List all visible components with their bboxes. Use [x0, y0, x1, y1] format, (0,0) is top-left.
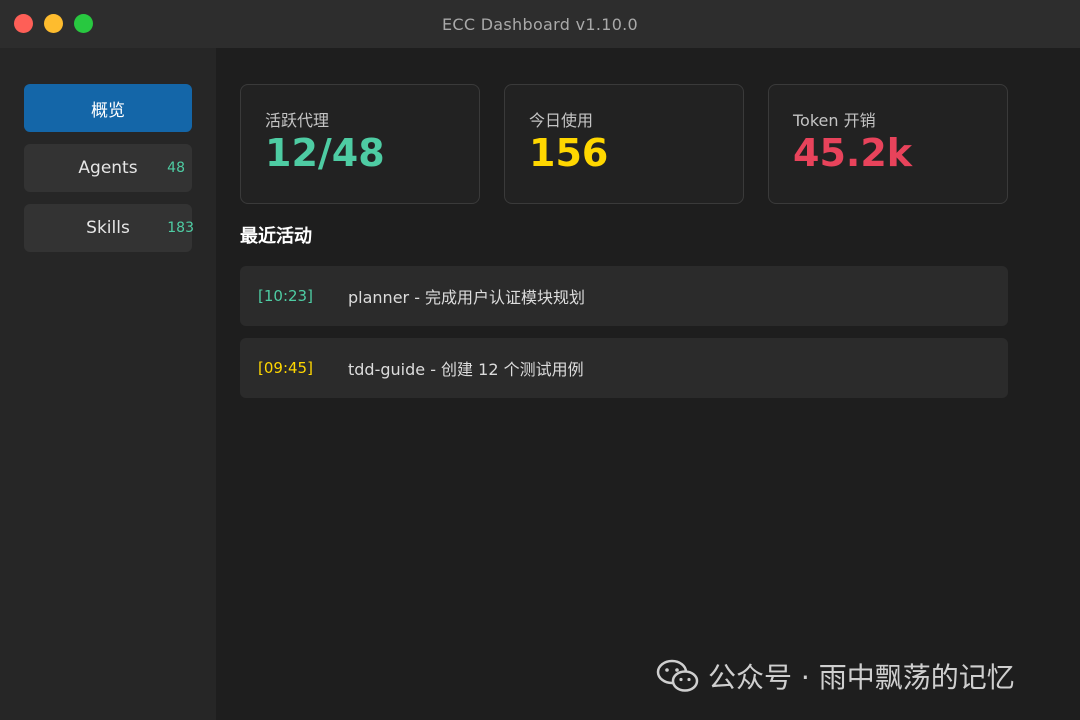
activity-text: planner - 完成用户认证模块规划 — [348, 288, 586, 307]
sidebar-item-count: 48 — [167, 160, 185, 176]
stat-card-token-cost: Token 开销 45.2k — [768, 84, 1008, 204]
activity-text: tdd-guide - 创建 12 个测试用例 — [348, 360, 584, 379]
sidebar-item-overview[interactable]: 概览 — [24, 84, 192, 132]
maximize-window-button[interactable] — [74, 14, 93, 33]
sidebar-item-skills[interactable]: Skills 183 — [24, 204, 194, 252]
sidebar: 概览 Agents 48 Skills 183 — [0, 48, 216, 720]
stat-label: 今日使用 — [529, 111, 594, 130]
activity-item[interactable]: [10:23] planner - 完成用户认证模块规划 — [240, 266, 1008, 326]
stat-label: Token 开销 — [793, 111, 876, 130]
app-window: ECC Dashboard v1.10.0 概览 Agents 48 Skill… — [0, 0, 1080, 720]
main-content: 活跃代理 12/48 今日使用 156 Token 开销 45.2k 最近活动 … — [240, 84, 1008, 410]
sidebar-item-label: Agents — [78, 158, 138, 178]
watermark: 公众号 · 雨中飘荡的记忆 — [656, 656, 1015, 696]
close-window-button[interactable] — [14, 14, 33, 33]
stat-value: 156 — [529, 131, 609, 175]
stat-value: 45.2k — [793, 131, 913, 175]
watermark-text: 公众号 · 雨中飘荡的记忆 — [708, 661, 1015, 694]
minimize-window-button[interactable] — [44, 14, 63, 33]
stat-card-today-usage: 今日使用 156 — [504, 84, 744, 204]
sidebar-item-label: Skills — [86, 218, 130, 238]
title-bar: ECC Dashboard v1.10.0 — [0, 0, 1080, 48]
activity-item[interactable]: [09:45] tdd-guide - 创建 12 个测试用例 — [240, 338, 1008, 398]
stat-value: 12/48 — [265, 131, 385, 175]
wechat-icon — [656, 659, 699, 692]
stat-label: 活跃代理 — [265, 111, 330, 130]
window-title: ECC Dashboard v1.10.0 — [441, 14, 639, 34]
recent-activity-title: 最近活动 — [240, 226, 312, 247]
activity-time: [10:23] — [258, 287, 313, 305]
activity-time: [09:45] — [258, 359, 313, 377]
sidebar-item-label: 概览 — [91, 100, 125, 121]
stat-card-active-agents: 活跃代理 12/48 — [240, 84, 480, 204]
sidebar-item-agents[interactable]: Agents 48 — [24, 144, 192, 192]
sidebar-item-count: 183 — [167, 220, 194, 236]
stats-cards: 活跃代理 12/48 今日使用 156 Token 开销 45.2k — [240, 84, 1008, 204]
window-controls — [14, 14, 93, 33]
